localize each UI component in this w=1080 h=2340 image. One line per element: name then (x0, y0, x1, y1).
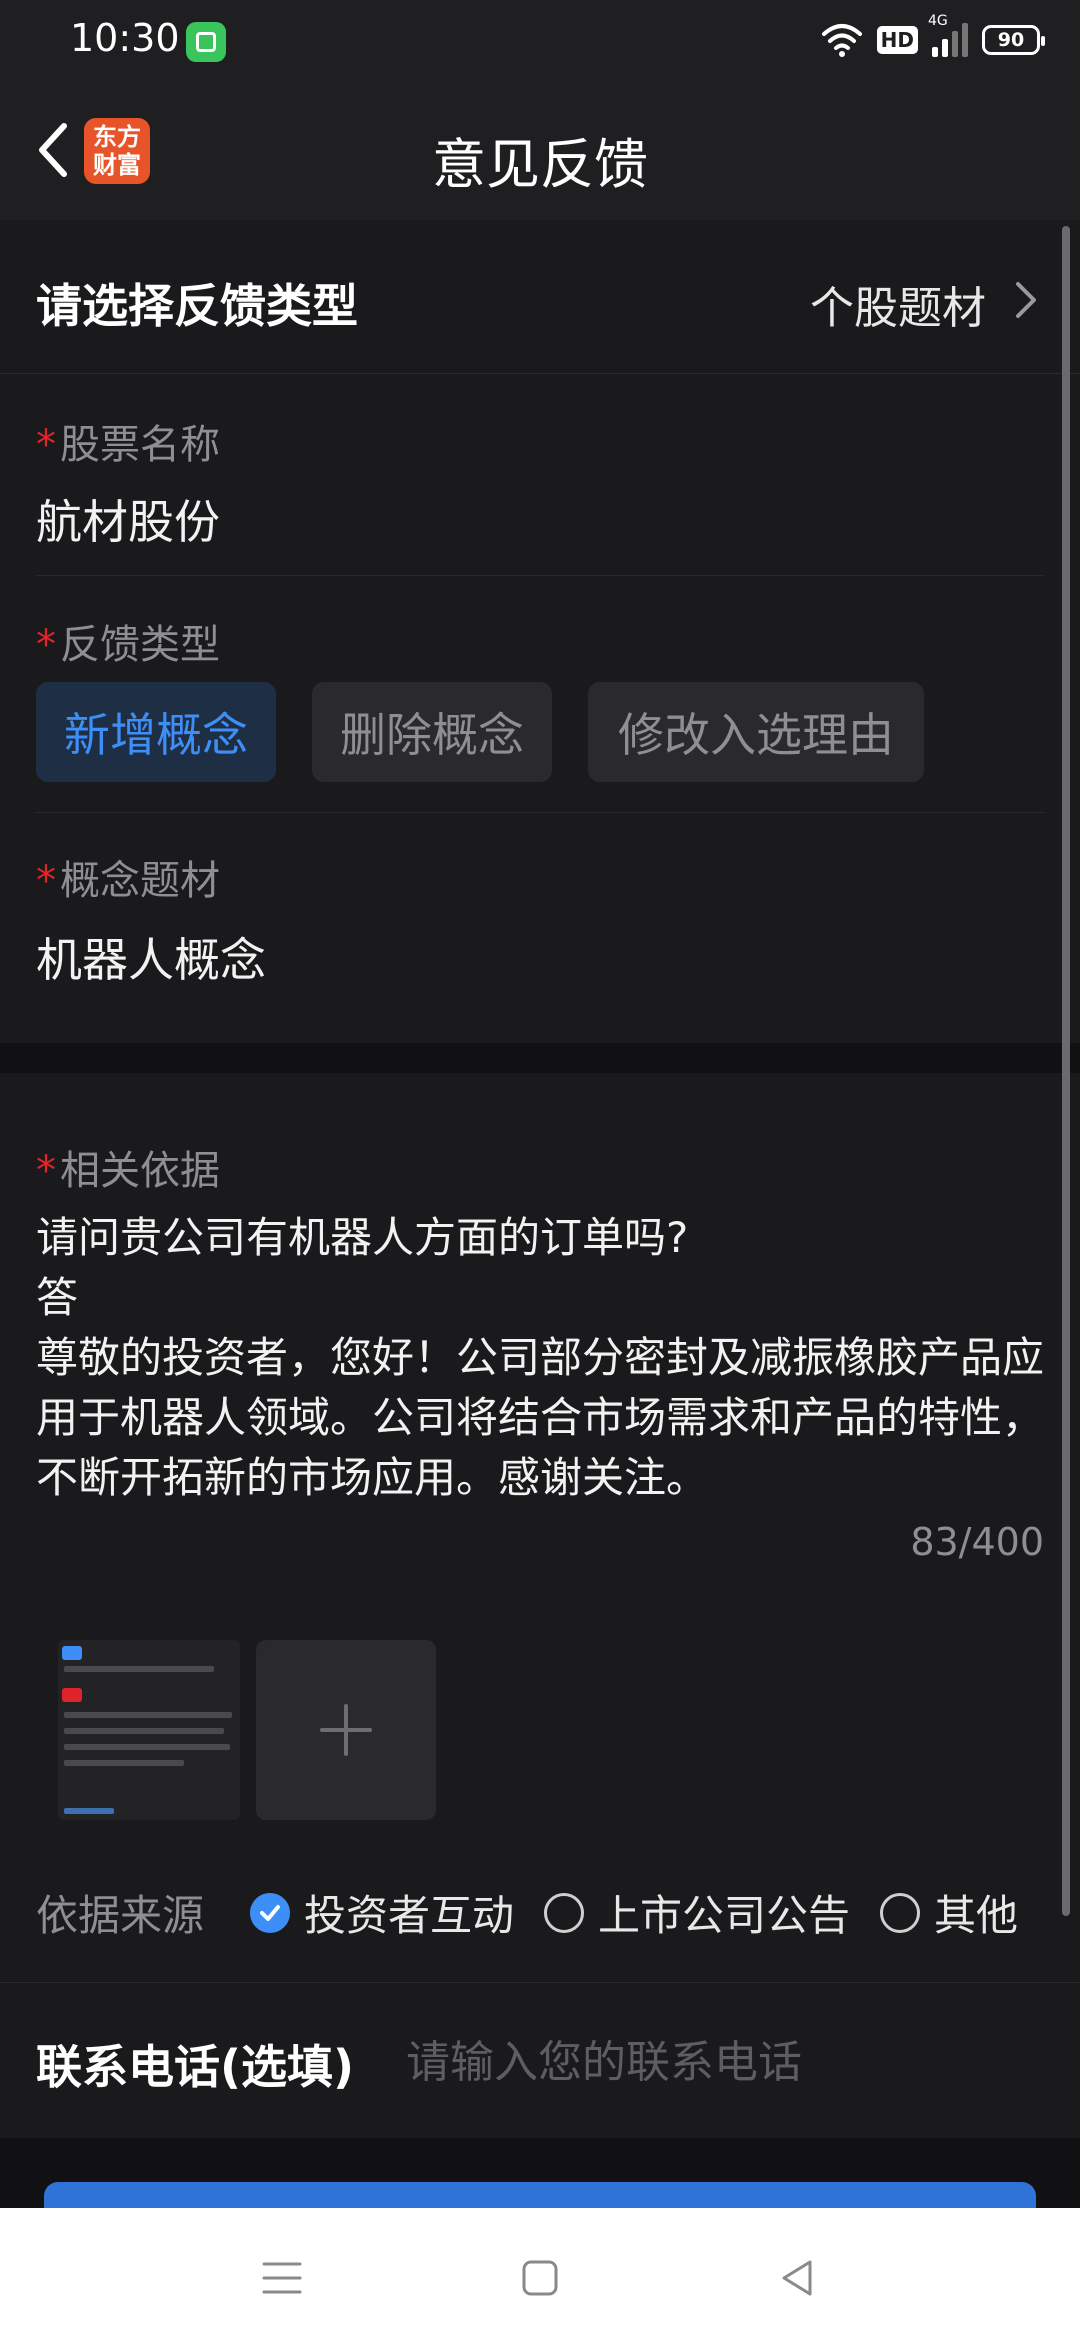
section-gap (0, 1043, 1080, 1073)
divider (36, 575, 1044, 576)
contact-phone-input[interactable] (404, 2021, 1048, 2103)
basis-label: * 相关依据 (36, 1148, 220, 1194)
network-type: 4G (928, 13, 948, 29)
concept-label: * 概念题材 (36, 858, 220, 904)
signal-icon: 4G (928, 13, 968, 57)
stock-name-value[interactable]: 航材股份 (36, 486, 220, 552)
stock-name-label: * 股票名称 (36, 422, 220, 468)
feedback-type-value: 个股题材 (810, 283, 986, 334)
concept-value[interactable]: 机器人概念 (36, 924, 266, 990)
battery-icon: 90 (982, 25, 1045, 55)
menu-icon (262, 2262, 302, 2294)
feedback-kind-label: * 反馈类型 (36, 622, 220, 668)
radio-label: 其他 (934, 1891, 1019, 1940)
chevron-left-icon (39, 123, 67, 177)
back-button[interactable] (20, 118, 84, 182)
add-image-button[interactable] (256, 1640, 436, 1820)
title-bar: 意见反馈 东方 财富 (0, 80, 1080, 220)
status-time: 10:30 (70, 16, 180, 60)
app-logo: 东方 财富 (84, 118, 150, 184)
required-mark: * (36, 422, 56, 468)
radio-other[interactable]: 其他 (880, 1882, 1018, 1943)
chip-modify-reason[interactable]: 修改入选理由 (588, 682, 924, 782)
system-nav-bar (0, 2208, 1080, 2340)
wifi-icon (821, 24, 862, 57)
source-selector: 依据来源 投资者互动 上市公司公告 其他 (0, 1870, 1080, 1950)
contact-row: 联系电话(选填) (0, 1982, 1080, 2139)
plus-icon (320, 1704, 372, 1756)
status-bar: 10:30 HD 4G 90 (0, 0, 1080, 80)
feedback-type-label: 请选择反馈类型 (36, 279, 358, 333)
menu-nav-button[interactable] (252, 2248, 312, 2308)
divider (36, 812, 1044, 813)
char-counter: 83/400 (910, 1520, 1044, 1564)
chevron-right-icon (1016, 282, 1036, 318)
page-title: 意见反馈 (432, 133, 648, 196)
radio-unchecked-icon (544, 1892, 584, 1933)
logo-text-line2: 财富 (93, 151, 141, 179)
radio-label: 上市公司公告 (598, 1891, 851, 1940)
radio-label: 投资者互动 (304, 1891, 515, 1940)
battery-level: 90 (997, 29, 1025, 51)
required-mark: * (36, 622, 56, 668)
back-triangle-icon (782, 2260, 812, 2296)
back-nav-button[interactable] (768, 2248, 828, 2308)
radio-checked-icon (250, 1892, 290, 1933)
status-indicators: HD 4G 90 (821, 13, 1045, 62)
scrollbar[interactable] (1062, 226, 1070, 1916)
home-nav-button[interactable] (510, 2248, 570, 2308)
chip-add-concept[interactable]: 新增概念 (36, 682, 276, 782)
notification-app-icon (186, 22, 226, 62)
chip-delete-concept[interactable]: 删除概念 (312, 682, 552, 782)
attachment-thumbnail[interactable] (58, 1640, 240, 1820)
logo-text-line1: 东方 (93, 123, 141, 151)
radio-unchecked-icon (880, 1892, 920, 1933)
required-mark: * (36, 1148, 56, 1194)
home-square-icon (522, 2260, 558, 2296)
source-label: 依据来源 (36, 1891, 205, 1940)
required-mark: * (36, 858, 56, 904)
feedback-type-selector[interactable]: 请选择反馈类型 个股题材 (0, 220, 1080, 374)
hd-badge: HD (876, 26, 918, 54)
basis-textarea[interactable]: 请问贵公司有机器人方面的订单吗? 答 尊敬的投资者，您好！公司部分密封及减振橡胶… (36, 1208, 1046, 1508)
radio-listed-company-announcement[interactable]: 上市公司公告 (544, 1882, 850, 1943)
radio-investor-interaction[interactable]: 投资者互动 (250, 1882, 514, 1943)
contact-label: 联系电话(选填) (36, 2040, 355, 2094)
